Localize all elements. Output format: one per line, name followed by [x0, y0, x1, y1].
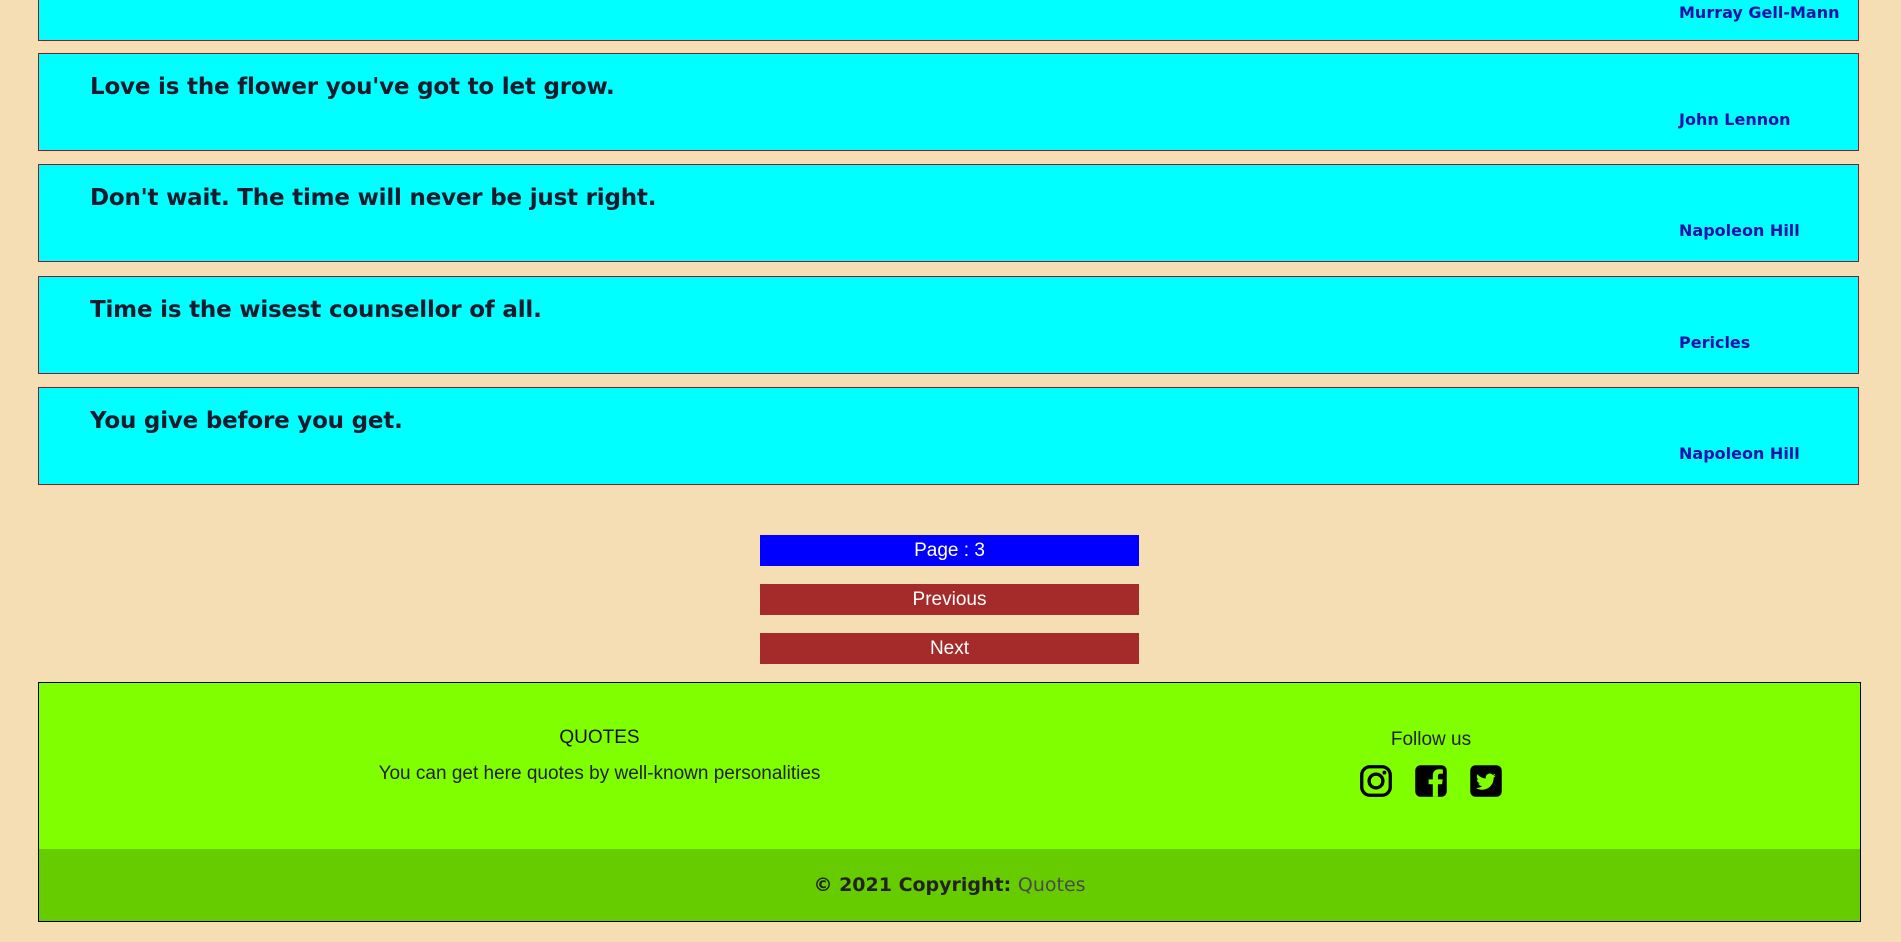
- instagram-icon[interactable]: [1358, 763, 1394, 799]
- quote-text: You give before you get.: [90, 408, 403, 434]
- facebook-icon[interactable]: [1413, 763, 1449, 799]
- quote-card: You give before you get. Napoleon Hill: [38, 387, 1859, 485]
- copyright-link[interactable]: Quotes: [1018, 874, 1086, 896]
- footer: QUOTES You can get here quotes by well-k…: [38, 682, 1861, 922]
- social-icons: [1239, 763, 1623, 799]
- follow-label: Follow us: [1390, 729, 1472, 750]
- quote-card: Murray Gell-Mann: [38, 0, 1859, 41]
- footer-description: You can get here quotes by well-known pe…: [378, 763, 821, 784]
- copyright-bar: © 2021 Copyright: Quotes: [39, 849, 1860, 921]
- page: Murray Gell-Mann Love is the flower you'…: [0, 0, 1901, 942]
- quote-card: Love is the flower you've got to let gro…: [38, 53, 1859, 151]
- quote-author: John Lennon: [1679, 110, 1791, 129]
- page-indicator: Page : 3: [760, 535, 1139, 566]
- quote-card: Don't wait. The time will never be just …: [38, 164, 1859, 262]
- footer-brand: QUOTES: [559, 727, 640, 748]
- quote-author: Pericles: [1679, 333, 1751, 352]
- quote-text: Love is the flower you've got to let gro…: [90, 74, 615, 100]
- copyright-text: © 2021 Copyright:: [813, 874, 1012, 896]
- twitter-icon[interactable]: [1468, 763, 1504, 799]
- quote-card: Time is the wisest counsellor of all. Pe…: [38, 276, 1859, 374]
- quote-author: Murray Gell-Mann: [1679, 3, 1840, 22]
- previous-button[interactable]: Previous: [760, 584, 1139, 615]
- quote-author: Napoleon Hill: [1679, 221, 1800, 240]
- quote-text: Don't wait. The time will never be just …: [90, 185, 657, 211]
- next-button[interactable]: Next: [760, 633, 1139, 664]
- quote-author: Napoleon Hill: [1679, 444, 1800, 463]
- quote-text: Time is the wisest counsellor of all.: [90, 297, 542, 323]
